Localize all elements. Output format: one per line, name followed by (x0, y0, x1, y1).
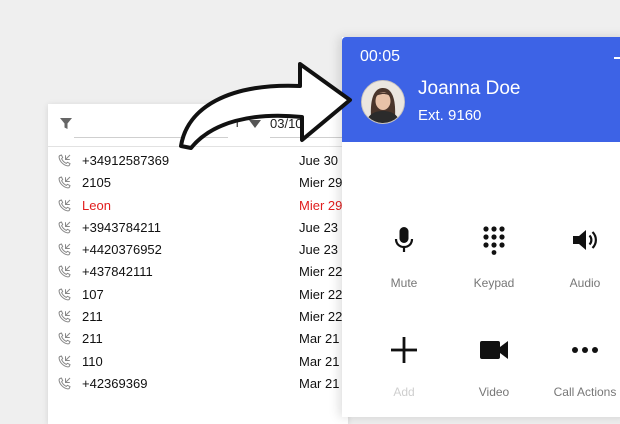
call-history-icon (58, 154, 71, 167)
microphone-icon (394, 227, 414, 252)
call-history-icon (58, 221, 71, 234)
call-header: 00:05 Joanna Doe Ext. 9160 (342, 37, 620, 142)
filter-icon[interactable] (60, 118, 72, 130)
active-call-panel: 00:05 Joanna Doe Ext. 9160 Mute Keypad A… (342, 37, 620, 417)
call-log-date: Mar 21 (299, 353, 340, 369)
call-log-number: 110 (82, 353, 103, 369)
call-log-row[interactable]: +42369369 Mar 21 (48, 374, 348, 396)
call-log-number: Leon (82, 197, 111, 213)
call-log-number: +34912587369 (82, 153, 170, 168)
call-log-row[interactable]: +437842111 Mier 22 (48, 262, 348, 284)
call-history-icon (58, 198, 71, 212)
call-history-icon (58, 243, 71, 256)
call-log-row[interactable]: Leon Mier 29 (48, 196, 348, 218)
keypad-label: Keypad (473, 276, 515, 290)
add-call-button[interactable]: Add (354, 335, 454, 415)
call-log-toolbar: T 03/10/2 (48, 104, 348, 146)
divider (48, 146, 348, 147)
call-history-icon (58, 332, 71, 345)
speaker-icon (573, 230, 597, 250)
call-history-icon (58, 176, 71, 189)
call-log-number: 211 (82, 309, 103, 325)
call-history-icon (58, 265, 71, 278)
call-log-date: Mar 21 (299, 331, 340, 347)
call-log-date: Mier 29 (299, 197, 343, 213)
call-log-row[interactable]: +34912587369 Jue 30 (48, 151, 348, 173)
call-log-date: Mier 22 (299, 309, 343, 325)
call-actions-button[interactable]: Call Actions (535, 335, 620, 415)
plus-icon (391, 337, 417, 363)
call-log-row[interactable]: +4420376952 Jue 23 (48, 240, 348, 262)
call-log-row[interactable]: 211 Mier 22 (48, 307, 348, 329)
call-log-row[interactable]: 2105 Mier 29 (48, 173, 348, 195)
call-log-date: Mier 22 (299, 286, 343, 302)
call-log-date: Jue 23 (299, 219, 339, 235)
call-log-number: 2105 (82, 175, 111, 191)
date-field[interactable]: 03/10/2 (270, 116, 313, 131)
call-log-panel: T 03/10/2 +34912587369 Jue 30 2105 Mier 29 L… (48, 104, 348, 424)
call-log-date: Mier 29 (299, 175, 343, 191)
call-log-list: +34912587369 Jue 30 2105 Mier 29 Leon Mier 29… (48, 151, 348, 396)
call-history-icon (58, 288, 71, 301)
video-camera-icon (480, 341, 508, 359)
minimize-icon[interactable] (614, 57, 620, 59)
audio-label: Audio (569, 276, 601, 290)
caller-name: Joanna Doe (418, 78, 521, 99)
call-log-date: Mar 21 (299, 375, 340, 391)
add-label: Add (393, 385, 415, 399)
avatar (361, 80, 405, 124)
call-log-date: Mier 22 (299, 264, 343, 280)
chevron-down-icon[interactable] (249, 120, 261, 128)
call-actions-label: Call Actions (553, 385, 617, 399)
avatar-portrait (362, 81, 404, 123)
call-log-number: +4420376952 (82, 242, 162, 258)
filter-input[interactable] (74, 137, 228, 138)
type-filter-value: T (233, 114, 242, 130)
audio-button[interactable]: Audio (535, 225, 620, 305)
mute-label: Mute (390, 276, 418, 290)
call-timer: 00:05 (360, 48, 401, 65)
keypad-button[interactable]: Keypad (444, 225, 544, 305)
call-log-row[interactable]: 110 Mar 21 (48, 352, 348, 374)
keypad-icon (483, 226, 505, 255)
more-dots-icon (572, 347, 598, 353)
call-log-number: +437842111 (82, 264, 153, 280)
call-log-number: +42369369 (82, 375, 148, 391)
video-label: Video (478, 385, 510, 399)
call-history-icon (58, 355, 71, 368)
call-log-row[interactable]: 211 Mar 21 (48, 329, 348, 351)
call-history-icon (58, 310, 71, 323)
mute-button[interactable]: Mute (354, 225, 454, 305)
date-field-underline (270, 137, 348, 138)
call-log-number: +3943784211 (82, 219, 161, 235)
call-log-row[interactable]: +3943784211 Jue 23 (48, 218, 348, 240)
call-history-icon (58, 377, 71, 390)
call-log-row[interactable]: 107 Mier 22 (48, 285, 348, 307)
call-log-number: 107 (82, 286, 104, 302)
call-log-date: Jue 30 (299, 153, 339, 168)
video-button[interactable]: Video (444, 335, 544, 415)
caller-extension: Ext. 9160 (418, 107, 482, 124)
call-log-number: 211 (82, 331, 103, 347)
call-log-date: Jue 23 (299, 242, 339, 258)
